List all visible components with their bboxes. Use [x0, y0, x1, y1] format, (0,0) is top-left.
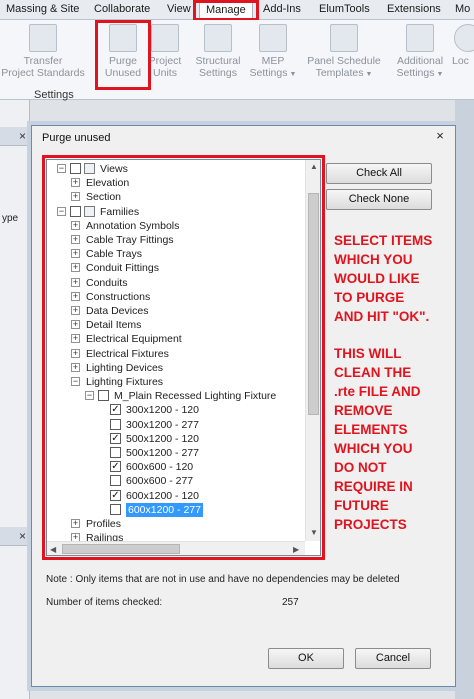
annotation-line: .rte FILE AND [334, 384, 421, 399]
close-icon[interactable]: × [19, 129, 26, 143]
annotation-paragraph-1: SELECT ITEMS WHICH YOU WOULD LIKE TO PURGE A… [334, 231, 452, 326]
location-button[interactable]: Loc [452, 24, 474, 86]
tab-elumtools[interactable]: ElumTools [319, 3, 370, 15]
annotation-line: FUTURE [334, 498, 389, 513]
annotation-highlight-purge-button [95, 20, 151, 90]
cancel-button[interactable]: Cancel [355, 648, 431, 669]
panel-titlebar: × [0, 527, 30, 546]
wrench-icon [406, 24, 434, 52]
close-icon[interactable]: × [19, 529, 26, 543]
panel-schedule-icon [330, 24, 358, 52]
tab-add-ins[interactable]: Add-Ins [263, 3, 301, 15]
button-label-line2: Settings [249, 67, 288, 79]
button-label-line2: Units [153, 67, 177, 79]
dropdown-arrow-icon: ▼ [289, 71, 297, 78]
purge-note: Note : Only items that are not in use an… [46, 574, 400, 585]
tab-massing-site[interactable]: Massing & Site [6, 3, 79, 15]
ribbon-panel-label: Settings [34, 89, 74, 101]
dropdown-arrow-icon: ▼ [436, 71, 444, 78]
button-label-line2: Settings [199, 67, 237, 79]
structural-settings-icon [204, 24, 232, 52]
additional-settings-button[interactable]: Additional Settings ▼ [392, 24, 448, 86]
annotation-paragraph-2: THIS WILL CLEAN THE .rte FILE AND REMOVE ELE… [334, 344, 452, 534]
annotation-line: PROJECTS [334, 517, 407, 532]
close-icon[interactable]: × [431, 128, 449, 144]
annotation-line: WOULD LIKE [334, 271, 420, 286]
items-checked-count: 257 [282, 597, 299, 608]
button-label-line1: Panel Schedule [307, 55, 381, 67]
button-label-line2: Settings [396, 67, 435, 79]
panel-titlebar: × [0, 127, 30, 146]
annotation-line: DO NOT [334, 460, 387, 475]
annotation-highlight-manage-tab [193, 0, 259, 21]
check-none-button[interactable]: Check None [326, 189, 432, 210]
annotation-line: ELEMENTS [334, 422, 408, 437]
button-label-line1: Additional [396, 55, 444, 67]
project-units-button[interactable]: Project Units [148, 24, 182, 86]
tab-more[interactable]: Mo [455, 3, 470, 15]
tab-extensions[interactable]: Extensions [387, 3, 441, 15]
dropdown-arrow-icon: ▼ [365, 71, 373, 78]
annotation-line: WHICH YOU [334, 441, 413, 456]
panel-fragment-text: ype [2, 213, 19, 224]
properties-panel-background: × ype × [0, 100, 30, 699]
annotation-highlight-tree [42, 155, 325, 560]
transfer-icon [29, 24, 57, 52]
drawing-area-edge [455, 100, 474, 699]
annotation-line: CLEAN THE [334, 365, 412, 380]
button-label-line1: Structural [195, 55, 241, 67]
purge-unused-dialog: Purge unused × − Views + Elevation + Section −… [31, 125, 456, 687]
button-label-line1: Project [148, 55, 182, 67]
ok-button[interactable]: OK [268, 648, 344, 669]
annotation-line: TO PURGE [334, 290, 405, 305]
annotation-line: WHICH YOU [334, 252, 413, 267]
units-icon [151, 24, 179, 52]
mep-settings-icon [259, 24, 287, 52]
panel-schedule-templates-button[interactable]: Panel Schedule Templates ▼ [302, 24, 386, 86]
items-checked-label: Number of items checked: [46, 597, 163, 608]
mep-settings-button[interactable]: MEP Settings ▼ [248, 24, 298, 86]
tab-collaborate[interactable]: Collaborate [94, 3, 150, 15]
annotation-gap [334, 326, 452, 344]
annotation-line: REMOVE [334, 403, 393, 418]
button-label-line1: MEP [261, 55, 285, 67]
check-all-button[interactable]: Check All [326, 163, 432, 184]
annotation-line: AND HIT "OK". [334, 309, 430, 324]
structural-settings-button[interactable]: Structural Settings [190, 24, 246, 86]
button-label-line1: Transfer [23, 55, 63, 67]
transfer-project-standards-button[interactable]: Transfer Project Standards [0, 24, 94, 86]
button-label-line2: Templates [315, 67, 364, 79]
location-icon [454, 24, 474, 52]
tab-view[interactable]: View [167, 3, 191, 15]
annotation-line: THIS WILL [334, 346, 402, 361]
ribbon-panel-settings: Transfer Project Standards Purge Unused … [0, 20, 474, 100]
dialog-title: Purge unused [42, 132, 111, 144]
annotation-instructions: SELECT ITEMS WHICH YOU WOULD LIKE TO PURGE A… [334, 231, 452, 534]
annotation-line: SELECT ITEMS [334, 233, 433, 248]
annotation-line: REQUIRE IN [334, 479, 413, 494]
button-label-line1: Loc [452, 55, 469, 67]
button-label-line2: Project Standards [1, 67, 85, 79]
